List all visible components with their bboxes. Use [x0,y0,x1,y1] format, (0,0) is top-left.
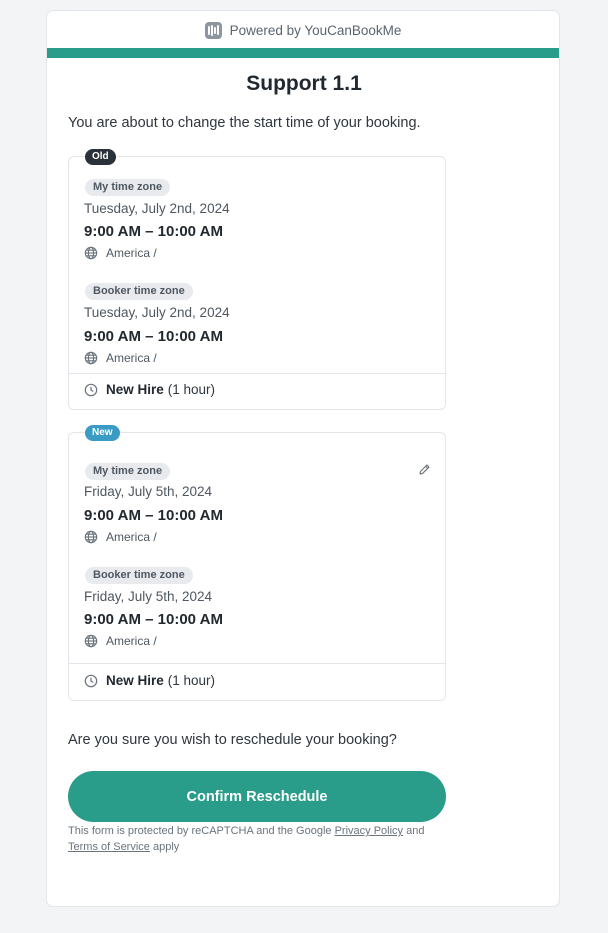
globe-icon [84,351,98,365]
booking-time: 9:00 AM – 10:00 AM [84,223,223,240]
booking-date: Friday, July 5th, 2024 [84,589,213,604]
booking-duration: (1 hour) [167,382,216,397]
legal-prefix: This form is protected by reCAPTCHA and … [68,825,332,837]
time-zone-name: America / [106,634,157,648]
accent-bar [47,48,559,58]
confirm-reschedule-button[interactable]: Confirm Reschedule [68,771,446,822]
booking-duration: (1 hour) [167,673,216,688]
youcanbookme-logo-icon [204,21,222,39]
booking-time: 9:00 AM – 10:00 AM [84,611,223,628]
legal-suffix: apply [152,841,180,853]
booking-date: Friday, July 5th, 2024 [84,484,213,499]
booking-time: 9:00 AM – 10:00 AM [84,507,223,524]
booking-date: Tuesday, July 2nd, 2024 [84,201,230,216]
recaptcha-notice: This form is protected by reCAPTCHA and … [68,823,448,855]
my-time-zone-badge: My time zone [85,463,171,480]
pencil-edit-icon[interactable] [418,463,431,481]
page-title: Support 1.1 [246,72,362,95]
new-tag: New [85,425,120,441]
clock-icon [84,674,98,687]
globe-icon [84,530,98,544]
globe-icon [84,634,98,648]
time-zone-name: America / [106,351,157,365]
new-booking-panel: New My time zone Friday, July 5th, 2024 … [68,425,446,701]
powered-by-text: Powered by YouCanBookMe [229,22,402,38]
my-time-zone-badge: My time zone [85,179,171,196]
clock-icon [84,383,98,396]
legal-and: and [406,825,425,837]
divider [69,663,445,664]
booker-time-zone-badge: Booker time zone [85,283,193,300]
booking-type-row: New Hire (1 hour) [84,382,215,397]
intro-text: You are about to change the start time o… [68,115,421,131]
time-zone-row: America / [84,530,157,544]
booking-type-name: New Hire [106,673,164,688]
booking-time: 9:00 AM – 10:00 AM [84,328,223,345]
globe-icon [84,246,98,260]
booker-time-zone-badge: Booker time zone [85,567,193,584]
confirm-question: Are you sure you wish to reschedule your… [68,732,397,748]
old-booking-panel: Old My time zone Tuesday, July 2nd, 2024… [68,149,446,410]
time-zone-row: America / [84,246,157,260]
powered-by-banner[interactable]: Powered by YouCanBookMe [47,11,559,49]
booking-date: Tuesday, July 2nd, 2024 [84,305,230,320]
booking-type-name: New Hire [106,382,164,397]
terms-of-service-link[interactable]: Terms of Service [68,841,150,853]
time-zone-name: America / [106,246,157,260]
old-tag: Old [85,149,116,165]
booking-type-row: New Hire (1 hour) [84,673,215,688]
time-zone-row: America / [84,634,157,648]
time-zone-name: America / [106,530,157,544]
privacy-policy-link[interactable]: Privacy Policy [335,825,403,837]
divider [69,373,445,374]
time-zone-row: America / [84,351,157,365]
